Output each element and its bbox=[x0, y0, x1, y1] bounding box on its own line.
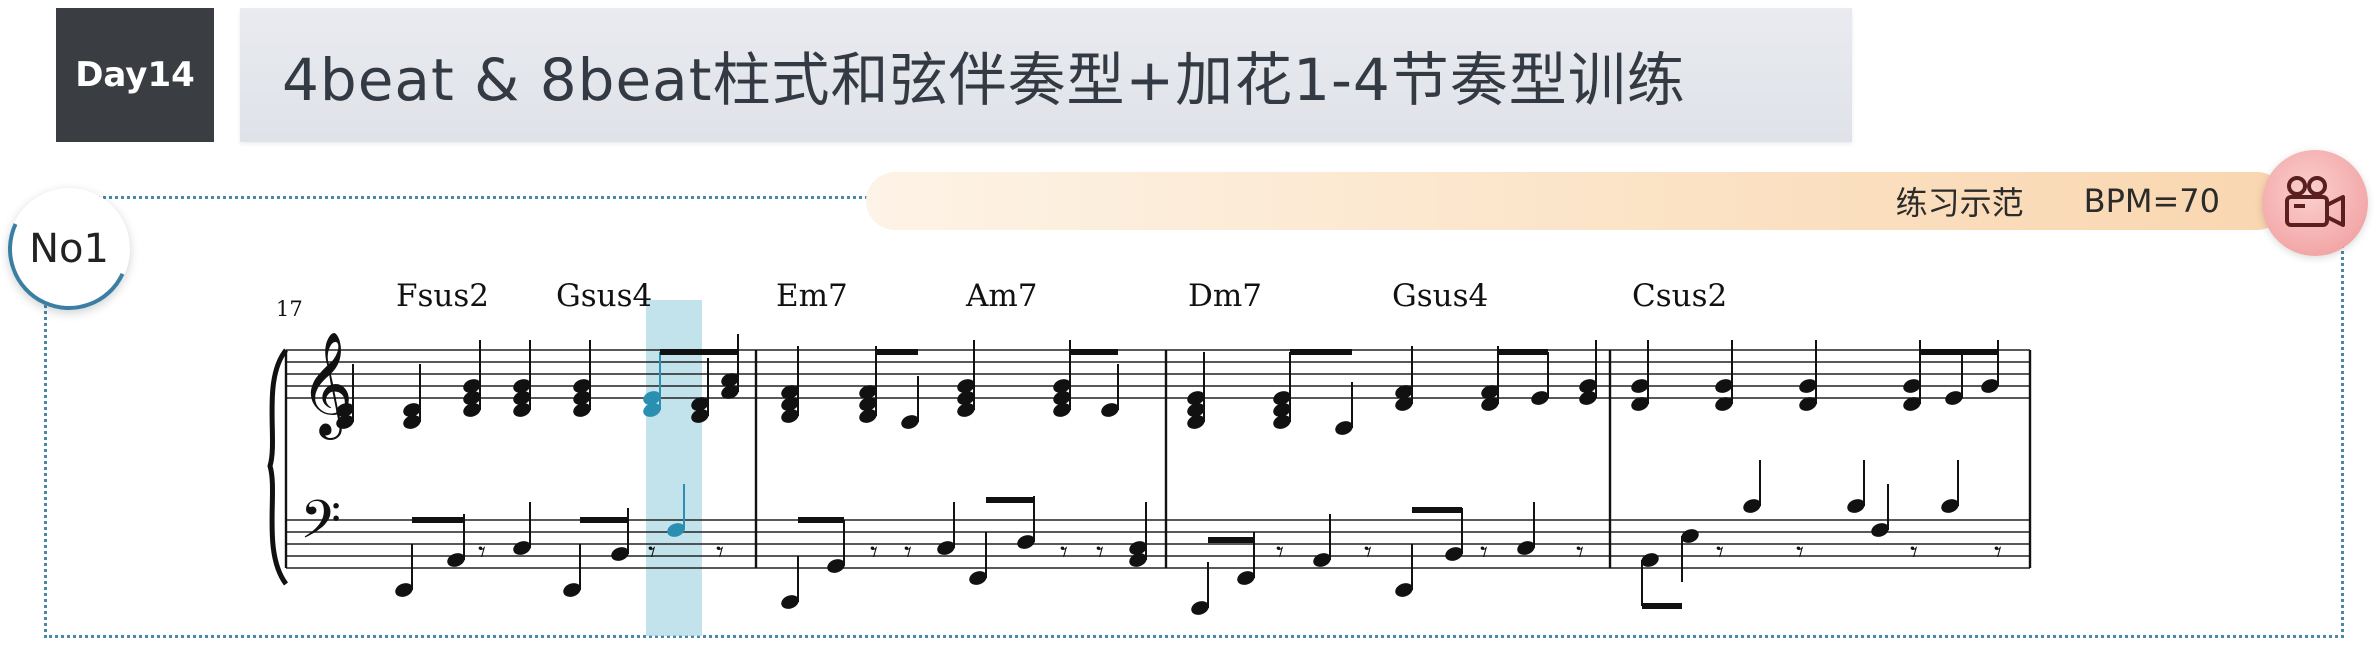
eighth-rest: 𝄾 bbox=[716, 535, 724, 570]
eighth-rest: 𝄾 bbox=[648, 535, 656, 570]
eighth-rest: 𝄾 bbox=[478, 535, 486, 570]
bar-lines bbox=[284, 350, 2032, 568]
chord-label: Fsus2 bbox=[396, 278, 489, 314]
eighth-rest: 𝄾 bbox=[1276, 535, 1284, 570]
bass-clef: 𝄢 bbox=[300, 490, 341, 564]
notes: 𝄾 𝄾 𝄾 𝄾 𝄾 𝄾 𝄾 𝄾 𝄾 𝄾 𝄾 𝄾 𝄾 𝄾 𝄾 bbox=[336, 334, 2002, 615]
chord-label: Gsus4 bbox=[556, 278, 652, 314]
chord-label: Dm7 bbox=[1188, 278, 1262, 314]
grand-staff-brace bbox=[267, 348, 289, 586]
eighth-rest: 𝄾 bbox=[1096, 535, 1104, 570]
eighth-rest: 𝄾 bbox=[1060, 535, 1068, 570]
eighth-rest: 𝄾 bbox=[1364, 535, 1372, 570]
eighth-rest: 𝄾 bbox=[870, 535, 878, 570]
eighth-rest: 𝄾 bbox=[1796, 535, 1804, 570]
eighth-rest: 𝄾 bbox=[1910, 535, 1918, 570]
eighth-rest: 𝄾 bbox=[1994, 535, 2002, 570]
bar-number: 17 bbox=[276, 297, 303, 321]
chord-label: Am7 bbox=[965, 278, 1038, 314]
eighth-rest: 𝄾 bbox=[1480, 535, 1488, 570]
staff-lines bbox=[286, 349, 2030, 569]
sheet-music: 17 Fsus2 Gsus4 Em7 Am7 Dm7 Gsus4 Csus2 𝄞… bbox=[267, 278, 2032, 636]
eighth-rest: 𝄾 bbox=[904, 535, 912, 570]
chord-label: Gsus4 bbox=[1392, 278, 1488, 314]
chord-label: Em7 bbox=[776, 278, 848, 314]
eighth-rest: 𝄾 bbox=[1716, 535, 1724, 570]
chord-label: Csus2 bbox=[1632, 278, 1727, 314]
eighth-rest: 𝄾 bbox=[1576, 535, 1584, 570]
